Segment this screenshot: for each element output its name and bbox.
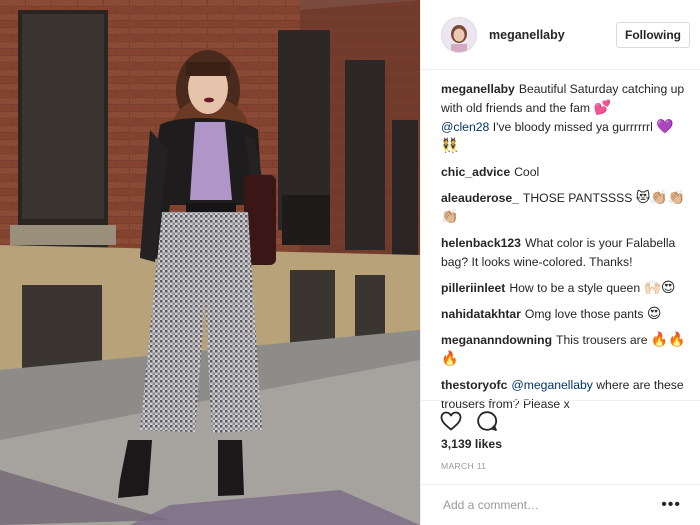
comment-item: nahidatakhtar Omg love those pants 😍 (441, 305, 691, 324)
comment-emoji: 😍 (646, 306, 662, 322)
caption-emoji-3: 👯 (441, 138, 459, 154)
add-comment-input[interactable] (441, 497, 662, 513)
comment-item: pilleriinleet How to be a style queen 🙌🏻😍 (441, 279, 691, 298)
comment-username[interactable]: pilleriinleet (441, 281, 505, 295)
comment-text: How to be a style queen (509, 281, 641, 295)
comment-item: aleauderose_ THOSE PANTSSSS 😻👏🏼👏🏼👏🏼 (441, 189, 691, 227)
comment-item: megananndowning This trousers are 🔥🔥🔥 (441, 331, 691, 369)
comment-item: helenback123 What color is your Falabella… (441, 234, 691, 272)
comment-item: chic_advice Cool (441, 163, 691, 182)
caption-mention[interactable]: @clen28 (441, 120, 489, 134)
avatar[interactable] (441, 16, 477, 53)
username-link[interactable]: meganellaby (489, 28, 616, 42)
instagram-post: meganellaby Following meganellaby Beautif… (0, 0, 700, 525)
caption-emoji: 💕 (593, 100, 611, 116)
comment-username[interactable]: nahidatakhtar (441, 307, 521, 321)
post-sidebar: meganellaby Following meganellaby Beautif… (420, 0, 700, 525)
comments-list: meganellaby Beautiful Saturday catching u… (441, 80, 691, 421)
caption: meganellaby Beautiful Saturday catching u… (441, 80, 691, 156)
post-photo[interactable] (0, 0, 420, 525)
post-header: meganellaby Following (421, 0, 700, 70)
post-actions: 3,139 likes MARCH 11 (421, 400, 700, 490)
add-comment-bar: ••• (421, 484, 700, 525)
comment-text: THOSE PANTSSSS (522, 191, 633, 205)
following-button[interactable]: Following (616, 21, 690, 48)
comment-username[interactable]: helenback123 (441, 236, 521, 250)
caption-username[interactable]: meganellaby (441, 82, 515, 96)
post-photo-illustration (0, 0, 420, 525)
post-date: MARCH 11 (441, 461, 487, 471)
caption-emoji-2: 💜 (656, 119, 674, 135)
caption-text-2: I've bloody missed ya gurrrrrrl (492, 120, 653, 134)
comment-username[interactable]: chic_advice (441, 165, 510, 179)
likes-count[interactable]: 3,139 likes (441, 437, 502, 451)
comment-text: Omg love those pants (524, 307, 644, 321)
comment-text: Cool (514, 165, 540, 179)
avatar-image (442, 17, 476, 52)
comment-username[interactable]: thestoryofc (441, 378, 507, 392)
comment-username[interactable]: aleauderose_ (441, 191, 519, 205)
heart-icon[interactable] (439, 409, 463, 433)
comment-text: This trousers are (556, 333, 648, 347)
comment-mention[interactable]: @meganellaby (511, 378, 592, 392)
more-options-icon[interactable]: ••• (661, 497, 681, 513)
comment-icon[interactable] (475, 409, 499, 433)
comment-username[interactable]: megananndowning (441, 333, 552, 347)
comment-emoji: 🙌🏻😍 (643, 280, 676, 296)
